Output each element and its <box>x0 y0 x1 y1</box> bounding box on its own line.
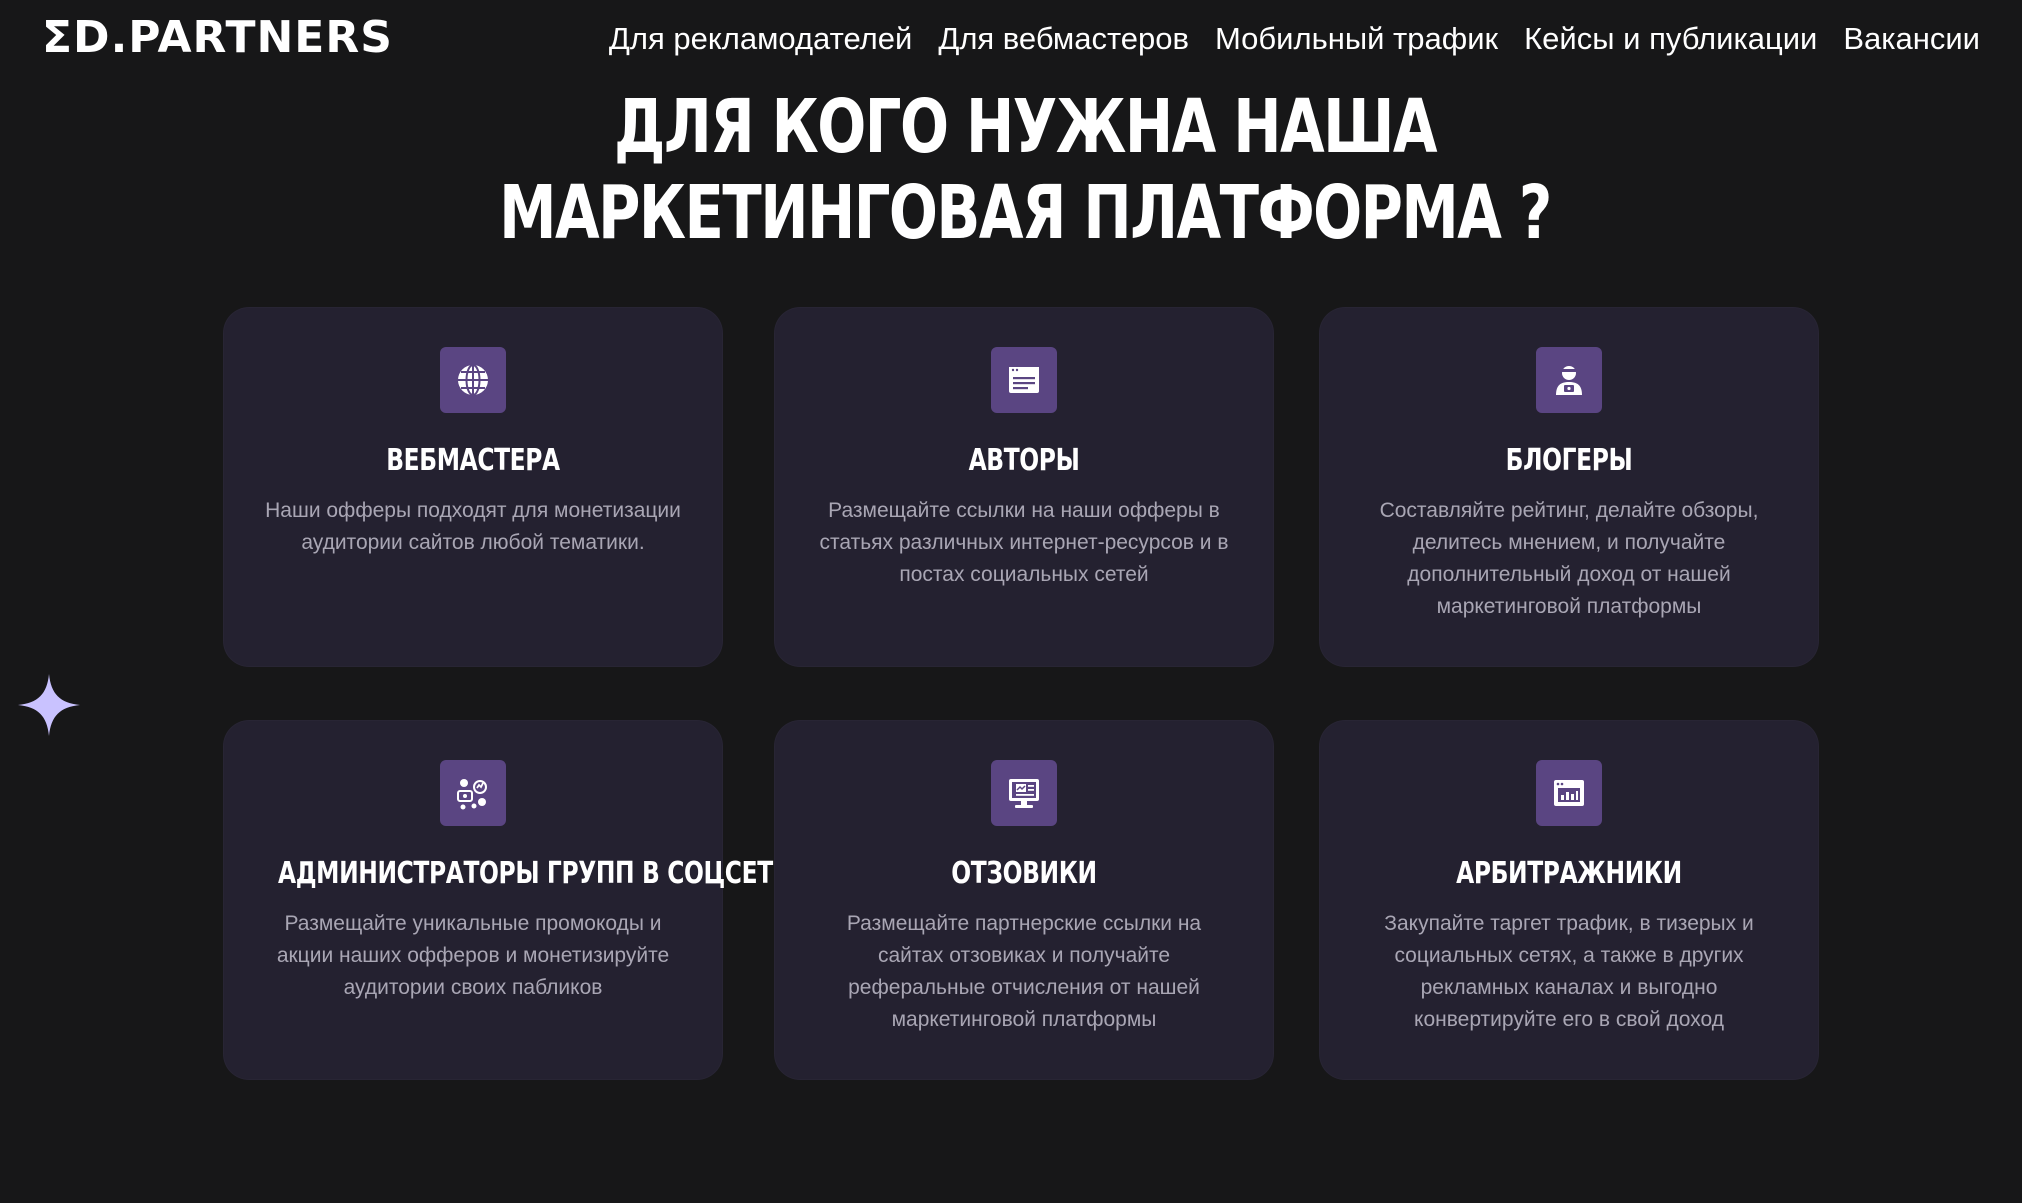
card-title: ВЕБМАСТЕРА <box>386 443 560 478</box>
audience-cards: ВЕБМАСТЕРА Наши офферы подходят для моне… <box>223 307 1819 1080</box>
page-title-line-1: ДЛЯ КОГО НУЖНА НАША <box>614 84 1437 170</box>
logo[interactable]: ΣD.PARTNERS <box>42 16 393 60</box>
page-title: ДЛЯ КОГО НУЖНА НАША МАРКЕТИНГОВАЯ ПЛАТФО… <box>226 84 1825 256</box>
nav-cases[interactable]: Кейсы и публикации <box>1524 20 1817 58</box>
review-monitor-icon <box>991 760 1057 826</box>
card-description: Наши офферы подходят для монетизации ауд… <box>265 499 681 554</box>
card-bloggers: БЛОГЕРЫ Составляйте рейтинг, делайте обз… <box>1319 307 1819 667</box>
nav-vacancies[interactable]: Вакансии <box>1843 20 1980 58</box>
card-webmasters: ВЕБМАСТЕРА Наши офферы подходят для моне… <box>223 307 723 667</box>
blogger-icon <box>1536 347 1602 413</box>
nav-webmasters[interactable]: Для вебмастеров <box>938 20 1189 58</box>
chart-window-icon <box>1536 760 1602 826</box>
globe-icon <box>440 347 506 413</box>
article-icon <box>991 347 1057 413</box>
card-title: АРБИТРАЖНИКИ <box>1456 856 1682 891</box>
nav-advertisers[interactable]: Для рекламодателей <box>609 20 912 58</box>
card-authors: АВТОРЫ Размещайте ссылки на наши офферы … <box>774 307 1274 667</box>
card-social-admins: АДМИНИСТРАТОРЫ ГРУПП В СОЦСЕТЯХ Размещай… <box>223 720 809 1080</box>
card-title: БЛОГЕРЫ <box>1505 443 1633 478</box>
card-description: Закупайте таргет трафик, в тизерых и соц… <box>1384 912 1754 1031</box>
page-title-line-2: МАРКЕТИНГОВАЯ ПЛАТФОРМА ? <box>499 170 1552 256</box>
card-title: ОТЗОВИКИ <box>951 856 1097 891</box>
page: ΣD.PARTNERS Для рекламодателей Для вебма… <box>0 0 2022 1203</box>
card-description: Размещайте партнерские ссылки на сайтах … <box>846 912 1202 1031</box>
sparkle-star-icon <box>18 674 80 736</box>
nav-mobile-traffic[interactable]: Мобильный трафик <box>1215 20 1498 58</box>
social-groups-icon <box>440 760 506 826</box>
card-arbitrage: АРБИТРАЖНИКИ Закупайте таргет трафик, в … <box>1319 720 1819 1080</box>
card-title: АДМИНИСТРАТОРЫ ГРУПП В СОЦСЕТЯХ <box>278 856 809 891</box>
card-description: Размещайте уникальные промокоды и акции … <box>276 912 670 999</box>
card-description: Составляйте рейтинг, делайте обзоры, дел… <box>1379 499 1759 618</box>
card-title: АВТОРЫ <box>968 443 1080 478</box>
card-description: Размещайте ссылки на наши офферы в стать… <box>819 499 1229 586</box>
main-nav: Для рекламодателей Для вебмастеров Мобил… <box>609 20 1980 58</box>
card-review-sites: ОТЗОВИКИ Размещайте партнерские ссылки н… <box>774 720 1274 1080</box>
